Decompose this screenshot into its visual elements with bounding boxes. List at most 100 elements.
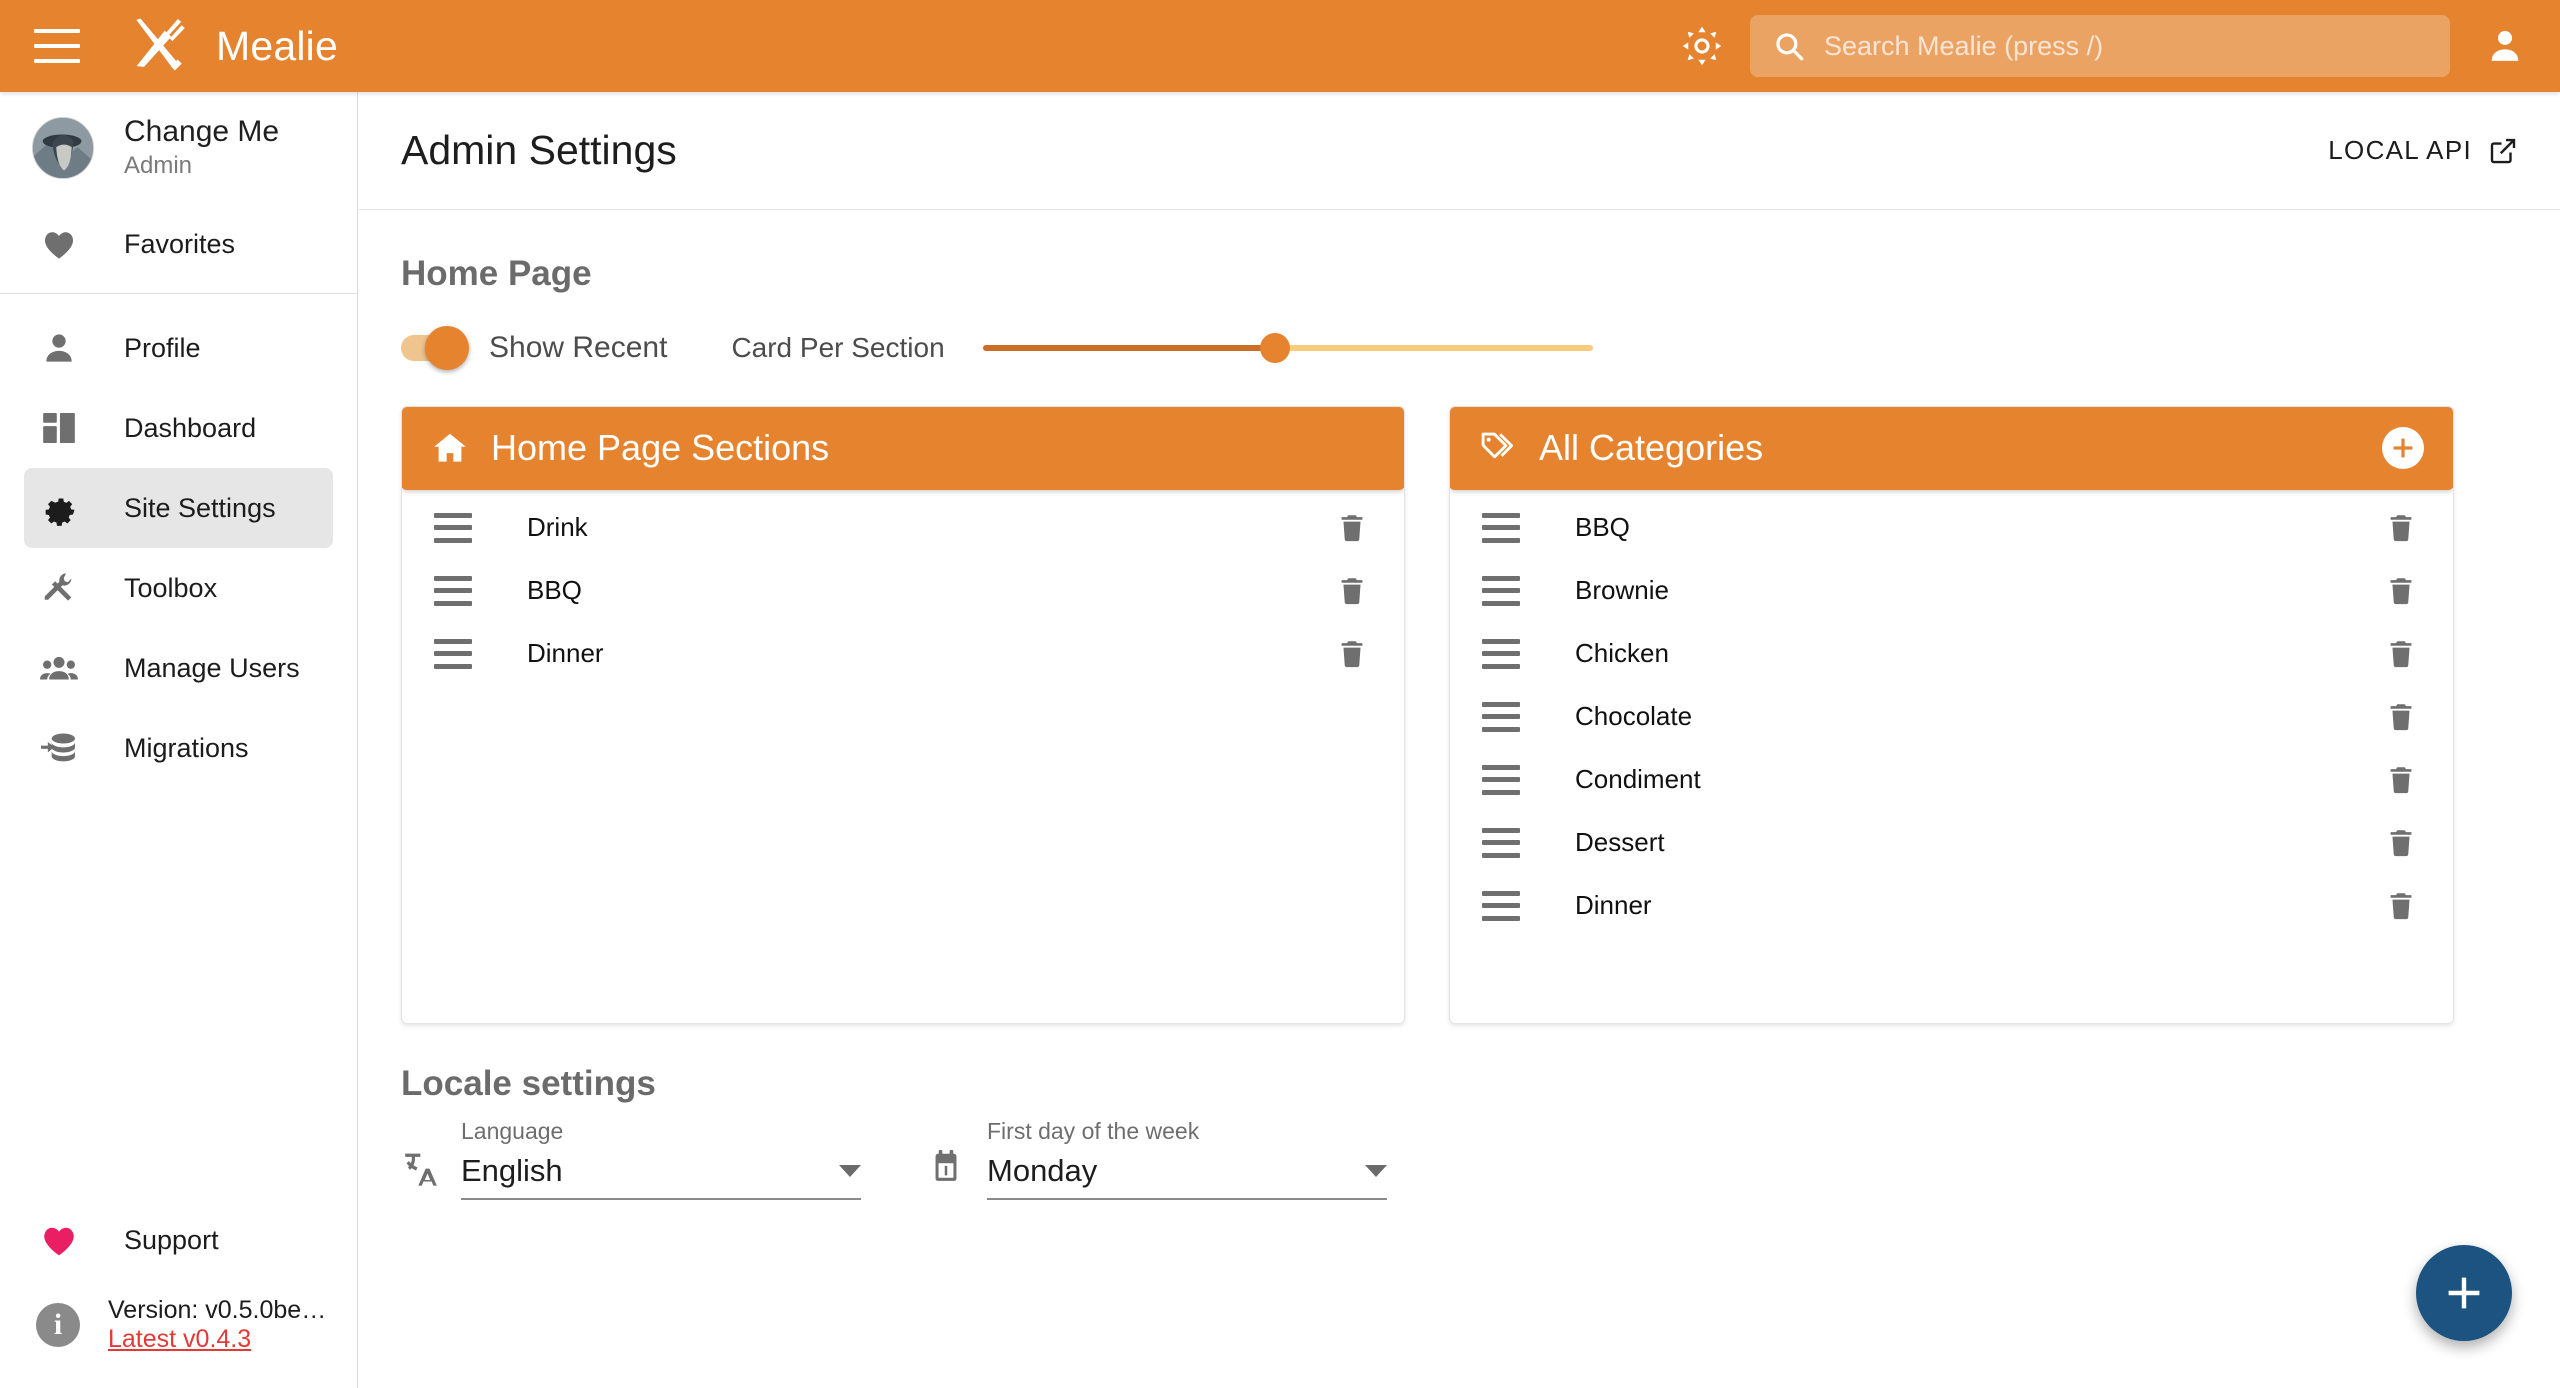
drag-handle-icon[interactable] <box>1482 827 1520 858</box>
list-item-label: Chicken <box>1575 638 1669 668</box>
gear-icon <box>36 485 82 531</box>
drag-handle-icon[interactable] <box>434 638 472 669</box>
chevron-down-icon[interactable] <box>839 1165 861 1177</box>
local-api-button[interactable]: LOCAL API <box>2328 135 2518 166</box>
home-page-heading: Home Page <box>401 254 592 293</box>
list-item-label: BBQ <box>527 575 582 605</box>
all-categories-card: All Categories BBQ Brownie Chicken Chocolat… <box>1449 406 2454 1024</box>
drag-handle-icon[interactable] <box>1482 575 1520 606</box>
slider-fill <box>982 345 1276 351</box>
trash-icon[interactable] <box>2385 572 2417 610</box>
first-day-select-wrap: First day of the week Monday <box>987 1118 1387 1200</box>
list-item-label: Drink <box>527 512 588 542</box>
brightness-theme-icon[interactable] <box>1680 24 1724 68</box>
list-item[interactable]: Dinner <box>1450 874 2453 937</box>
tag-icon <box>1479 429 1517 467</box>
sidebar-item-toolbox[interactable]: Toolbox <box>24 548 333 628</box>
drag-handle-icon[interactable] <box>1482 512 1520 543</box>
trash-icon[interactable] <box>1336 509 1368 547</box>
locale-fields: Language English First day of the week M… <box>359 1104 2560 1200</box>
trash-icon[interactable] <box>1336 572 1368 610</box>
show-recent-label: Show Recent <box>489 331 668 364</box>
plus-icon[interactable] <box>2382 427 2424 469</box>
language-select[interactable]: English <box>461 1153 861 1200</box>
list-item-label: Brownie <box>1575 575 1669 605</box>
sidebar-item-site-settings[interactable]: Site Settings <box>24 468 333 548</box>
info-icon: i <box>36 1303 80 1347</box>
first-day-select[interactable]: Monday <box>987 1153 1387 1200</box>
list-item[interactable]: BBQ <box>1450 496 2453 559</box>
main-content: Admin Settings LOCAL API Home Page Show … <box>359 92 2560 1388</box>
sidebar-item-label: Migrations <box>124 732 249 763</box>
sidebar: Change Me Admin Favorites Profile Dashbo… <box>0 92 358 1388</box>
card-per-section-slider[interactable] <box>982 328 1593 368</box>
toggle-switch[interactable] <box>401 326 469 370</box>
trash-icon[interactable] <box>2385 509 2417 547</box>
sidebar-item-dashboard[interactable]: Dashboard <box>24 388 333 468</box>
drag-handle-icon[interactable] <box>434 575 472 606</box>
card-title: Home Page Sections <box>491 427 830 468</box>
language-value: English <box>461 1153 563 1188</box>
locale-heading: Locale settings <box>401 1064 656 1103</box>
sections-list: Drink BBQ Dinner <box>402 490 1404 1023</box>
home-page-controls: Show Recent Card Per Section <box>359 294 2560 370</box>
drag-handle-icon[interactable] <box>434 512 472 543</box>
drag-handle-icon[interactable] <box>1482 764 1520 795</box>
list-item[interactable]: Dinner <box>402 622 1404 685</box>
list-item[interactable]: Drink <box>402 496 1404 559</box>
list-item-label: Chocolate <box>1575 701 1693 731</box>
hamburger-menu-icon[interactable] <box>34 29 80 63</box>
sidebar-item-support[interactable]: Support <box>24 1200 333 1280</box>
sidebar-user-block[interactable]: Change Me Admin <box>0 92 357 204</box>
sidebar-divider <box>0 293 357 294</box>
sidebar-item-migrations[interactable]: Migrations <box>24 708 333 788</box>
drag-handle-icon[interactable] <box>1482 890 1520 921</box>
sidebar-item-manage-users[interactable]: Manage Users <box>24 628 333 708</box>
add-floating-action-button[interactable] <box>2416 1245 2512 1341</box>
app-bar-actions <box>1680 0 2560 92</box>
list-item[interactable]: BBQ <box>402 559 1404 622</box>
language-select-wrap: Language English <box>461 1118 861 1200</box>
sidebar-item-favorites[interactable]: Favorites <box>24 204 333 284</box>
heart-icon <box>36 221 82 267</box>
page-title: Admin Settings <box>401 127 677 173</box>
sidebar-item-label: Toolbox <box>124 572 218 603</box>
trash-icon[interactable] <box>2385 887 2417 925</box>
sidebar-item-profile[interactable]: Profile <box>24 308 333 388</box>
list-item[interactable]: Chicken <box>1450 622 2453 685</box>
show-recent-toggle[interactable]: Show Recent <box>401 326 668 370</box>
list-item[interactable]: Brownie <box>1450 559 2453 622</box>
list-item[interactable]: Condiment <box>1450 748 2453 811</box>
trash-icon[interactable] <box>2385 698 2417 736</box>
slider-thumb[interactable] <box>1260 333 1291 363</box>
trash-icon[interactable] <box>1336 635 1368 673</box>
first-day-label: First day of the week <box>987 1118 1200 1144</box>
account-icon <box>36 325 82 371</box>
drag-handle-icon[interactable] <box>1482 638 1520 669</box>
page-header: Admin Settings LOCAL API <box>359 92 2560 210</box>
local-api-label: LOCAL API <box>2328 135 2472 165</box>
version-latest-link[interactable]: Latest v0.4.3 <box>108 1325 251 1354</box>
list-item[interactable]: Chocolate <box>1450 685 2453 748</box>
plus-icon <box>2448 1277 2480 1309</box>
sidebar-user-text: Change Me Admin <box>124 115 279 181</box>
search-icon <box>1772 29 1806 63</box>
list-item-label: Dessert <box>1575 827 1665 857</box>
language-field: Language English <box>401 1118 861 1200</box>
trash-icon[interactable] <box>2385 824 2417 862</box>
search-input[interactable] <box>1824 30 2428 62</box>
trash-icon[interactable] <box>2385 635 2417 673</box>
people-group-icon <box>36 645 82 691</box>
chevron-down-icon[interactable] <box>1365 1165 1387 1177</box>
open-in-new-icon <box>2488 136 2518 166</box>
trash-icon[interactable] <box>2385 761 2417 799</box>
list-item[interactable]: Dessert <box>1450 811 2453 874</box>
home-icon <box>431 429 469 467</box>
account-icon[interactable] <box>2484 25 2526 67</box>
drag-handle-icon[interactable] <box>1482 701 1520 732</box>
card-header: Home Page Sections <box>402 407 1404 490</box>
first-day-field: First day of the week Monday <box>927 1118 1387 1200</box>
card-header: All Categories <box>1450 407 2453 490</box>
search-bar[interactable] <box>1750 15 2450 77</box>
